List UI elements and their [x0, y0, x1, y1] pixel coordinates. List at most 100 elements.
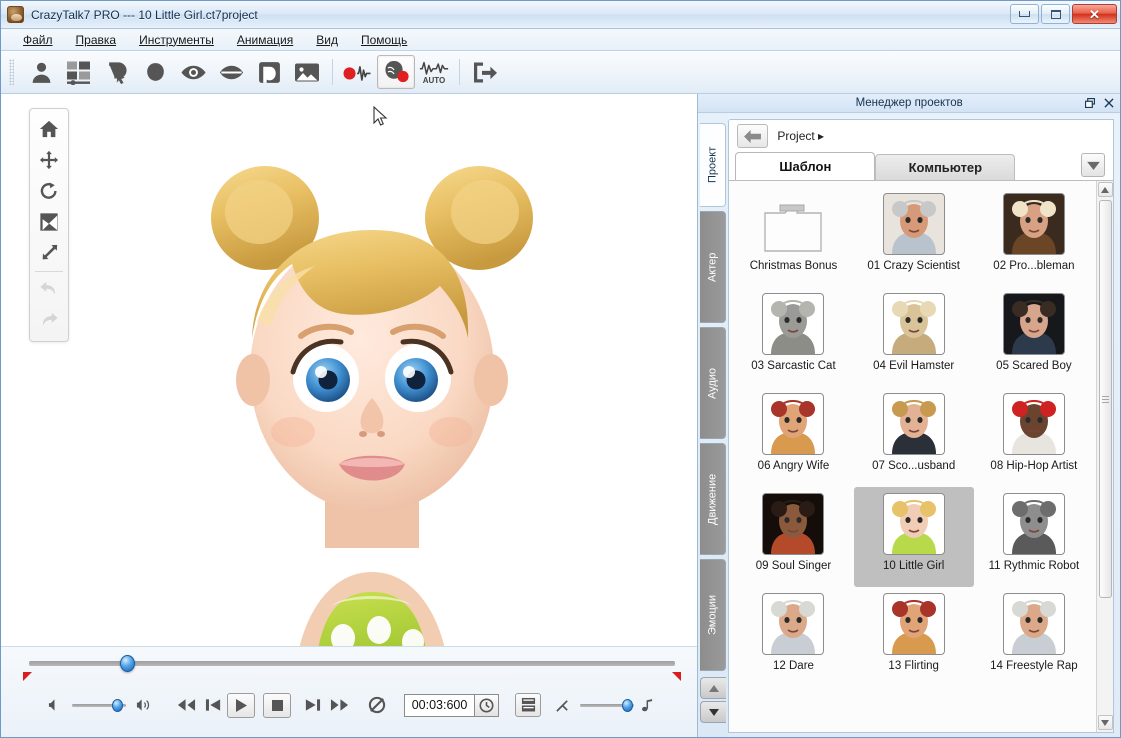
- panel-close-button[interactable]: [1103, 96, 1115, 109]
- scroll-up-button[interactable]: [1097, 182, 1113, 197]
- resize-button[interactable]: [33, 237, 65, 268]
- menu-animation[interactable]: Анимация: [227, 31, 303, 49]
- timeline[interactable]: [1, 647, 697, 685]
- fit-button[interactable]: [33, 206, 65, 237]
- tabstrip-scroll-down[interactable]: [700, 701, 727, 723]
- tab-project[interactable]: Проект: [700, 123, 727, 207]
- puppeteer-button[interactable]: [98, 55, 136, 89]
- stop-icon: [271, 699, 283, 711]
- loop-toggle-button[interactable]: [363, 692, 390, 719]
- move-button[interactable]: [33, 144, 65, 175]
- template-item[interactable]: 12 Dare: [733, 587, 853, 687]
- audio-level-knob[interactable]: [622, 699, 633, 712]
- home-button[interactable]: [33, 113, 65, 144]
- export-icon: [474, 62, 497, 82]
- undo-button[interactable]: [33, 275, 65, 306]
- eye-button[interactable]: [174, 55, 212, 89]
- template-item[interactable]: 03 Sarcastic Cat: [733, 287, 853, 387]
- template-item[interactable]: 08 Hip-Hop Artist: [974, 387, 1094, 487]
- stop-button[interactable]: [263, 692, 291, 718]
- scroll-down-button[interactable]: [1097, 715, 1113, 730]
- face-fit-button[interactable]: [250, 55, 288, 89]
- template-item[interactable]: 10 Little Girl: [853, 487, 974, 587]
- tab-actor[interactable]: Актер: [700, 211, 727, 323]
- tab-computer[interactable]: Компьютер: [875, 154, 1016, 180]
- template-item[interactable]: 04 Evil Hamster: [854, 287, 974, 387]
- template-item[interactable]: 06 Angry Wife: [733, 387, 853, 487]
- redo-button[interactable]: [33, 306, 65, 337]
- tab-template[interactable]: Шаблон: [735, 152, 876, 180]
- menu-file[interactable]: Файл: [13, 31, 63, 49]
- tab-emotion[interactable]: Эмоции: [700, 559, 727, 671]
- actor-button[interactable]: [22, 55, 60, 89]
- template-item[interactable]: 11 Rythmic Robot: [974, 487, 1094, 587]
- window-controls: ✕: [1010, 4, 1117, 24]
- head-button[interactable]: [136, 55, 174, 89]
- timeline-playhead[interactable]: [120, 655, 135, 672]
- speaker-icon: [136, 699, 150, 711]
- template-item[interactable]: 05 Scared Boy: [974, 287, 1094, 387]
- play-button[interactable]: [227, 692, 255, 718]
- stage-canvas[interactable]: [1, 94, 698, 646]
- menu-tools[interactable]: Инструменты: [129, 31, 224, 49]
- template-item[interactable]: 13 Flirting: [854, 587, 974, 687]
- speaker-button[interactable]: [130, 692, 157, 719]
- mouth-button[interactable]: [212, 55, 250, 89]
- menu-view[interactable]: Вид: [306, 31, 348, 49]
- tabs-dropdown-button[interactable]: [1081, 153, 1105, 177]
- menu-edit[interactable]: Правка: [66, 31, 127, 49]
- prev-frame-icon: [205, 699, 221, 711]
- minimize-button[interactable]: [1010, 4, 1039, 24]
- timecode-field[interactable]: 00:03:600: [404, 693, 474, 717]
- next-frame-button[interactable]: [299, 692, 326, 719]
- panel-restore-button[interactable]: [1084, 96, 1096, 109]
- range-end-marker[interactable]: [672, 672, 682, 681]
- template-item-label: 13 Flirting: [888, 660, 939, 672]
- volume-knob[interactable]: [112, 699, 123, 712]
- scrollbar-thumb[interactable]: [1099, 200, 1112, 598]
- export-button[interactable]: [466, 55, 504, 89]
- layers-button[interactable]: [515, 693, 541, 717]
- menu-help[interactable]: Помощь: [351, 31, 417, 49]
- panel-title-buttons: [1084, 96, 1115, 109]
- rewind-button[interactable]: [173, 692, 200, 719]
- voice-record-button[interactable]: [377, 55, 415, 89]
- menu-bar: Файл Правка Инструменты Анимация Вид Пом…: [1, 29, 1120, 51]
- template-item[interactable]: 14 Freestyle Rap: [974, 587, 1094, 687]
- maximize-button[interactable]: [1041, 4, 1070, 24]
- rotate-button[interactable]: [33, 175, 65, 206]
- content-tabs: Шаблон Компьютер: [729, 152, 1113, 180]
- toolbar-grip[interactable]: [9, 59, 14, 85]
- background-image-icon: [295, 63, 319, 81]
- menu-file-label: Файл: [23, 32, 53, 47]
- audio-mute-button[interactable]: [549, 692, 576, 719]
- template-item[interactable]: 07 Sco...usband: [854, 387, 974, 487]
- character-preview[interactable]: [197, 122, 547, 646]
- forward-button[interactable]: [326, 692, 353, 719]
- auto-motion-button[interactable]: AUTO: [415, 55, 453, 89]
- mute-button[interactable]: [41, 692, 68, 719]
- note-button[interactable]: [638, 692, 656, 719]
- template-item[interactable]: 02 Pro...bleman: [974, 187, 1094, 287]
- volume-slider[interactable]: [70, 695, 128, 715]
- timecode-clock-button[interactable]: [474, 693, 499, 717]
- tab-audio[interactable]: Аудио: [700, 327, 727, 439]
- tab-motion[interactable]: Движение: [700, 443, 727, 555]
- tabstrip-scroll-up[interactable]: [700, 677, 727, 699]
- stage-tools-divider: [35, 271, 63, 272]
- main-toolbar: AUTO: [1, 51, 1120, 126]
- template-item[interactable]: Christmas Bonus: [733, 187, 853, 287]
- template-item[interactable]: 01 Crazy Scientist: [854, 187, 974, 287]
- scrollbar-grip: [1102, 395, 1109, 403]
- close-button[interactable]: ✕: [1072, 4, 1117, 24]
- range-start-marker[interactable]: [23, 672, 32, 681]
- background-image-button[interactable]: [288, 55, 326, 89]
- back-button[interactable]: [737, 124, 769, 148]
- template-item[interactable]: 09 Soul Singer: [733, 487, 853, 587]
- audio-level-slider[interactable]: [578, 695, 636, 715]
- breadcrumb[interactable]: Project ▸: [777, 129, 824, 143]
- grid-scrollbar[interactable]: [1096, 181, 1113, 732]
- prev-frame-button[interactable]: [200, 692, 227, 719]
- record-audio-button[interactable]: [339, 55, 377, 89]
- template-grid-button[interactable]: [60, 55, 98, 89]
